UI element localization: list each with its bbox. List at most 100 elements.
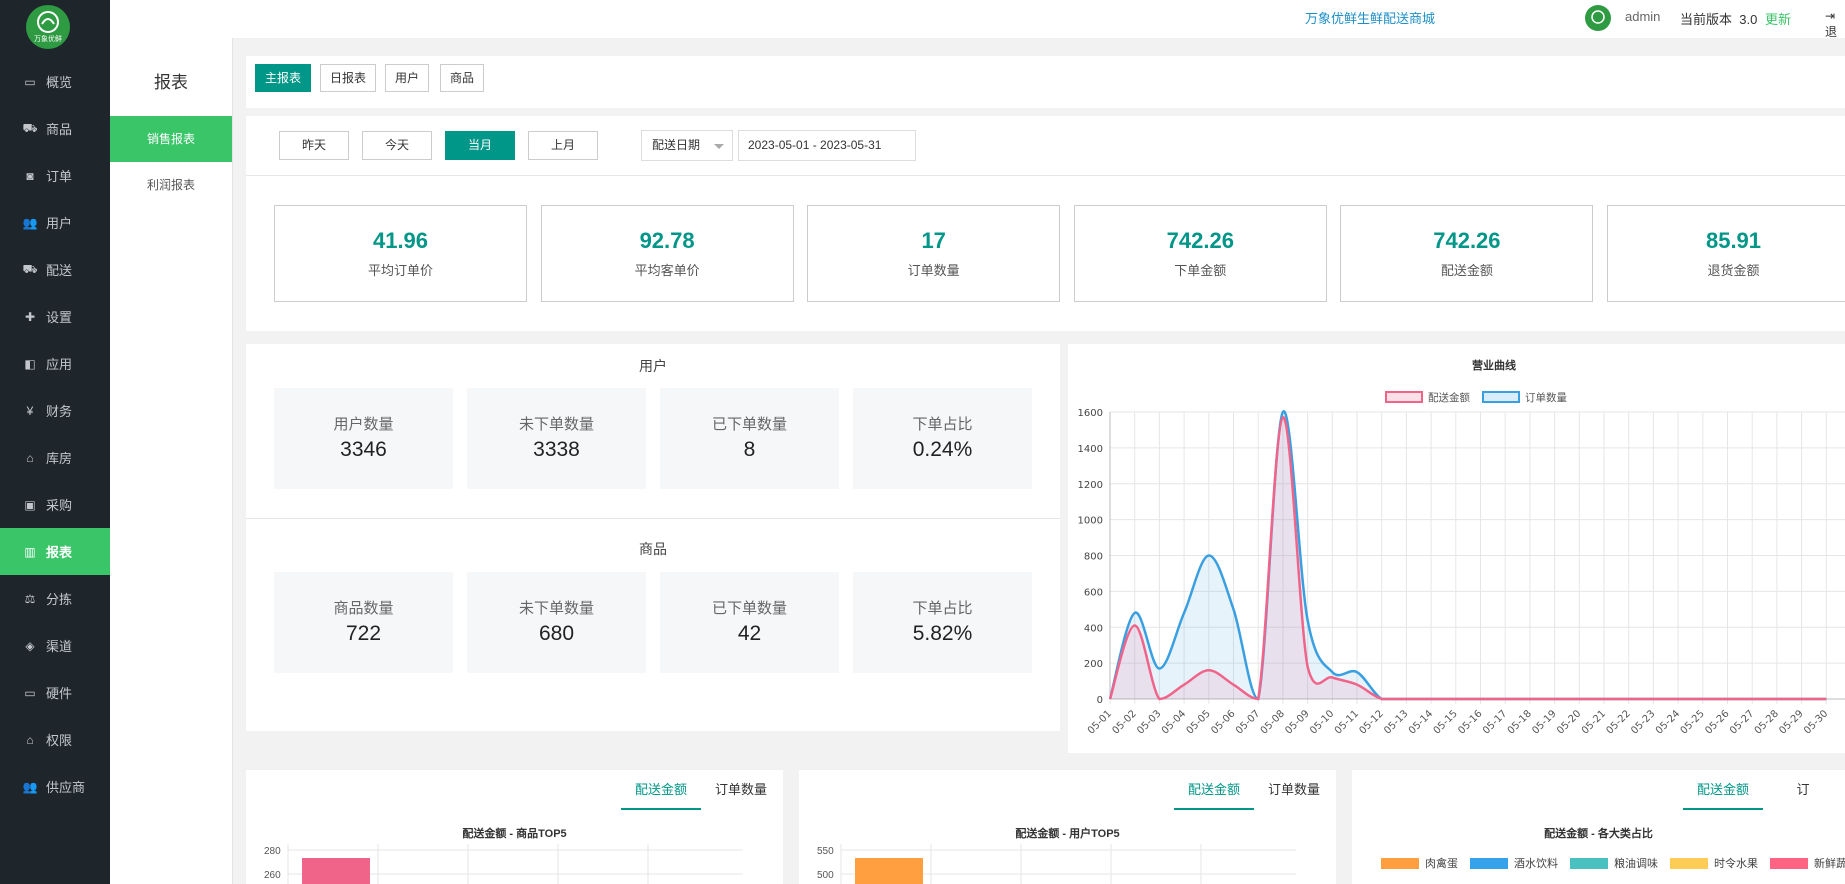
goods-stat-box: 下单占比 5.82%: [853, 572, 1032, 673]
subnav-title: 报表: [154, 73, 188, 92]
report-tab[interactable]: 商品: [440, 64, 485, 92]
x-tick-label: 05-11: [1333, 708, 1361, 736]
sidebar-item[interactable]: ⚖ 分拣: [0, 575, 110, 622]
users-stat-box: 未下单数量 3338: [467, 388, 646, 489]
yen-icon: ¥: [26, 403, 34, 418]
username[interactable]: admin: [1625, 9, 1660, 24]
date-range-input[interactable]: 2023-05-01 - 2023-05-31: [738, 130, 916, 161]
stat-value: 42: [737, 622, 762, 645]
shop-name-link[interactable]: 万象优鲜生鲜配送商城: [1305, 8, 1435, 27]
sidebar-item[interactable]: ✚ 设置: [0, 293, 110, 340]
sidebar-item-label: 财务: [46, 404, 73, 419]
sidebar-item-label: 应用: [46, 357, 73, 372]
sidebar-item[interactable]: ⌂ 库房: [0, 434, 110, 481]
leaf-logo-icon: [1591, 10, 1605, 24]
sidebar-item[interactable]: ⛟ 商品: [0, 105, 110, 152]
panel-tab[interactable]: 配送金额: [1683, 770, 1763, 810]
chevron-down-icon: [714, 144, 724, 149]
logo[interactable]: 万象优鲜: [26, 5, 70, 49]
x-tick-label: 05-29: [1777, 708, 1805, 736]
legend-item[interactable]: 酒水饮料: [1470, 855, 1558, 871]
panel-tab[interactable]: 配送金额: [621, 770, 701, 810]
goods-title: 商品: [639, 541, 667, 557]
quick-date-button[interactable]: 昨天: [279, 131, 349, 160]
sidebar-item-label: 权限: [46, 733, 73, 748]
quick-date-button[interactable]: 当月: [445, 131, 515, 160]
bar-chart-icon: ▥: [24, 544, 36, 559]
legend-swatch: [1470, 857, 1508, 869]
panel-tab[interactable]: 配送金额: [1174, 770, 1254, 810]
sidebar-item[interactable]: ◈ 渠道: [0, 622, 110, 669]
users-stat-box: 用户数量 3346: [274, 388, 453, 489]
report-tab[interactable]: 日报表: [320, 64, 377, 92]
sidebar-item[interactable]: 👥 供应商: [0, 763, 110, 810]
summary-label: 平均订单价: [367, 263, 433, 278]
cube-icon: ◈: [25, 638, 35, 653]
summary-card: 742.26 配送金额: [1340, 205, 1594, 302]
sidebar-item-label: 硬件: [46, 686, 73, 701]
legend-item[interactable]: 肉禽蛋: [1381, 855, 1458, 871]
x-tick-label: 05-26: [1703, 708, 1731, 736]
sidebar-item[interactable]: ⛟ 配送: [0, 246, 110, 293]
version-label-text: 当前版本: [1680, 12, 1733, 27]
legend-swatch: [1770, 857, 1808, 869]
stat-value: 722: [345, 622, 382, 645]
subnav-item[interactable]: 利润报表: [110, 162, 232, 208]
y-tick-label: 260: [264, 870, 281, 881]
top5-bar-chart: 280 260: [264, 844, 743, 884]
legend-label: 时令水果: [1714, 858, 1758, 870]
legend-swatch: [1381, 857, 1419, 869]
legend-item[interactable]: 时令水果: [1670, 855, 1758, 871]
date-type-select[interactable]: 配送日期: [641, 130, 733, 161]
legend-label: 酒水饮料: [1514, 858, 1558, 870]
sidebar-item[interactable]: ◙ 订单: [0, 152, 110, 199]
sidebar-item[interactable]: ⌂ 权限: [0, 716, 110, 763]
sidebar-item[interactable]: ▥ 报表: [0, 528, 110, 575]
update-link[interactable]: 更新: [1765, 9, 1791, 28]
logout-button[interactable]: ⇥ 退: [1825, 9, 1845, 40]
sidebar-item[interactable]: ▣ 采购: [0, 481, 110, 528]
x-tick-label: 05-10: [1308, 708, 1336, 736]
y-tick-label: 1600: [1078, 408, 1103, 419]
report-tab[interactable]: 用户: [385, 64, 430, 92]
report-tab[interactable]: 主报表: [255, 64, 312, 92]
x-tick-label: 05-27: [1728, 708, 1756, 736]
x-tick-label: 05-17: [1481, 708, 1509, 736]
sidebar-item[interactable]: ▭ 硬件: [0, 669, 110, 716]
avatar[interactable]: [1585, 5, 1611, 31]
sidebar-item[interactable]: ▭ 概览: [0, 58, 110, 105]
y-tick-label: 1200: [1078, 480, 1103, 491]
panel-chart-title: 配送金额 - 用户TOP5: [1015, 828, 1120, 840]
x-tick-label: 05-19: [1530, 708, 1558, 736]
legend-item[interactable]: 粮油调味: [1570, 855, 1658, 871]
version-number: 3.0: [1739, 12, 1758, 27]
summary-value: 41.96: [372, 228, 429, 253]
panel-tab[interactable]: 订: [1763, 770, 1843, 810]
subnav-item[interactable]: 销售报表: [110, 116, 232, 162]
y-tick-label: 200: [1084, 659, 1103, 670]
stat-label: 下单占比: [912, 600, 973, 617]
goods-stat-box: 已下单数量 42: [660, 572, 839, 673]
panel-tab[interactable]: 订单数量: [701, 770, 781, 810]
legend-label: 订单数量: [1525, 391, 1567, 404]
report-subnav: 报表 销售报表 利润报表: [110, 38, 233, 884]
panel-tab[interactable]: 订单数量: [1254, 770, 1334, 810]
summary-value: 85.91: [1705, 228, 1762, 253]
users-goods-panel: 用户 用户数量 3346 未下单数量 3338 已下单数量 8 下单占比 0.24% 商品 商…: [246, 344, 1060, 731]
sidebar-item[interactable]: 👥 用户: [0, 199, 110, 246]
quick-date-button[interactable]: 上月: [528, 131, 598, 160]
apps-icon: ◧: [24, 356, 36, 371]
category-share-panel: 配送金额订配送金额 - 各大类占比 肉禽蛋 酒水饮料 粮油调味 时令水果 新鲜蔬: [1352, 770, 1845, 884]
users-stat-box: 已下单数量 8: [660, 388, 839, 489]
monitor-icon: ▭: [24, 74, 36, 89]
legend-item[interactable]: 新鲜蔬: [1770, 855, 1845, 871]
top5-bar-chart: 550 500: [817, 844, 1296, 884]
y-tick-label: 500: [817, 870, 834, 881]
date-type-value: 配送日期: [652, 138, 701, 152]
desktop-icon: ▭: [24, 685, 36, 700]
sidebar-item[interactable]: ◧ 应用: [0, 340, 110, 387]
summary-label: 退货金额: [1707, 263, 1760, 278]
stat-label: 已下单数量: [711, 416, 787, 433]
sidebar-item[interactable]: ¥ 财务: [0, 387, 110, 434]
quick-date-button[interactable]: 今天: [362, 131, 432, 160]
